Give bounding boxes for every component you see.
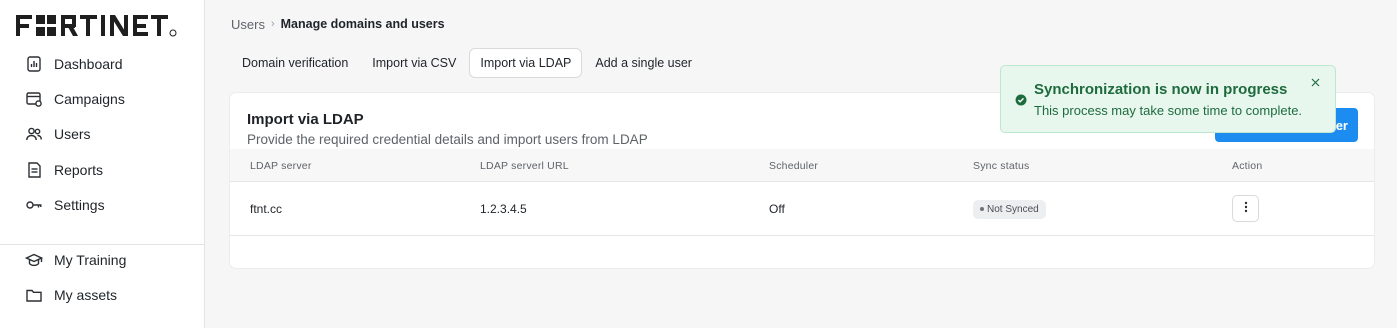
toast-title: Synchronization is now in progress — [1034, 81, 1288, 98]
cell-sync-status: Not Synced — [973, 182, 1046, 236]
status-dot — [980, 207, 984, 211]
sidebar-item-label: My assets — [54, 287, 118, 303]
sidebar-divider — [0, 244, 204, 245]
sidebar-item-label: My Training — [54, 252, 127, 268]
graduation-cap-icon — [24, 250, 44, 270]
column-header-action: Action — [1232, 159, 1263, 172]
column-header-ldap-url: LDAP serverl URL — [480, 159, 569, 172]
tab-import-via-ldap[interactable]: Import via LDAP — [469, 48, 583, 78]
sidebar-item-users[interactable]: Users — [24, 120, 91, 148]
table-header: LDAP server LDAP serverl URL Scheduler S… — [230, 149, 1374, 182]
sidebar-item-dashboard[interactable]: Dashboard — [24, 50, 123, 78]
dashboard-icon — [24, 54, 44, 74]
cell-scheduler: Off — [769, 202, 785, 216]
cell-ldap-server: ftnt.cc — [250, 202, 283, 216]
sidebar-item-label: Reports — [54, 162, 104, 178]
tab-add-single-user[interactable]: Add a single user — [584, 48, 703, 78]
toast-close-button[interactable] — [1308, 76, 1322, 90]
row-action-menu-button[interactable] — [1232, 195, 1259, 222]
toast-message: This process may take some time to compl… — [1034, 103, 1303, 118]
sidebar-item-settings[interactable]: Settings — [24, 191, 105, 219]
breadcrumb: Users › Manage domains and users — [231, 16, 445, 32]
tab-bar: Domain verification Import via CSV Impor… — [231, 48, 705, 78]
close-icon — [1311, 74, 1320, 92]
column-header-sync-status: Sync status — [973, 159, 1030, 172]
column-header-scheduler: Scheduler — [769, 159, 819, 172]
status-badge: Not Synced — [973, 199, 1046, 219]
status-badge-label: Not Synced — [987, 203, 1039, 215]
sidebar-item-my-training[interactable]: My Training — [24, 246, 126, 274]
sidebar-item-my-assets[interactable]: My assets — [24, 281, 117, 309]
sidebar-item-label: Campaigns — [54, 91, 125, 107]
tab-import-via-csv[interactable]: Import via CSV — [361, 48, 467, 78]
fortinet-logo[interactable] — [16, 14, 191, 38]
card-subtitle: Provide the required credential details … — [247, 132, 648, 147]
sidebar-item-label: Settings — [54, 197, 105, 213]
column-header-ldap-server: LDAP server — [250, 159, 312, 172]
sidebar: Dashboard Campaigns Users Reports Settin… — [0, 0, 205, 328]
breadcrumb-users-link[interactable]: Users — [231, 17, 265, 32]
reports-icon — [24, 160, 44, 180]
sidebar-item-campaigns[interactable]: Campaigns — [24, 85, 125, 113]
check-circle-icon — [1015, 93, 1027, 106]
cell-ldap-url: 1.2.3.4.5 — [480, 202, 527, 216]
breadcrumb-separator: › — [270, 18, 275, 30]
key-icon — [24, 195, 44, 215]
kebab-menu-icon — [1244, 200, 1248, 218]
sidebar-item-reports[interactable]: Reports — [24, 156, 103, 184]
tab-domain-verification[interactable]: Domain verification — [231, 48, 359, 78]
success-toast: Synchronization is now in progress This … — [1000, 65, 1336, 133]
table-row: ftnt.cc 1.2.3.4.5 Off Not Synced — [230, 182, 1374, 236]
card-title: Import via LDAP — [247, 111, 364, 128]
breadcrumb-current: Manage domains and users — [280, 17, 445, 31]
folder-icon — [24, 285, 44, 305]
users-icon — [24, 124, 44, 144]
campaigns-icon — [24, 89, 44, 109]
sidebar-item-label: Dashboard — [54, 56, 123, 72]
sidebar-item-label: Users — [54, 126, 91, 142]
